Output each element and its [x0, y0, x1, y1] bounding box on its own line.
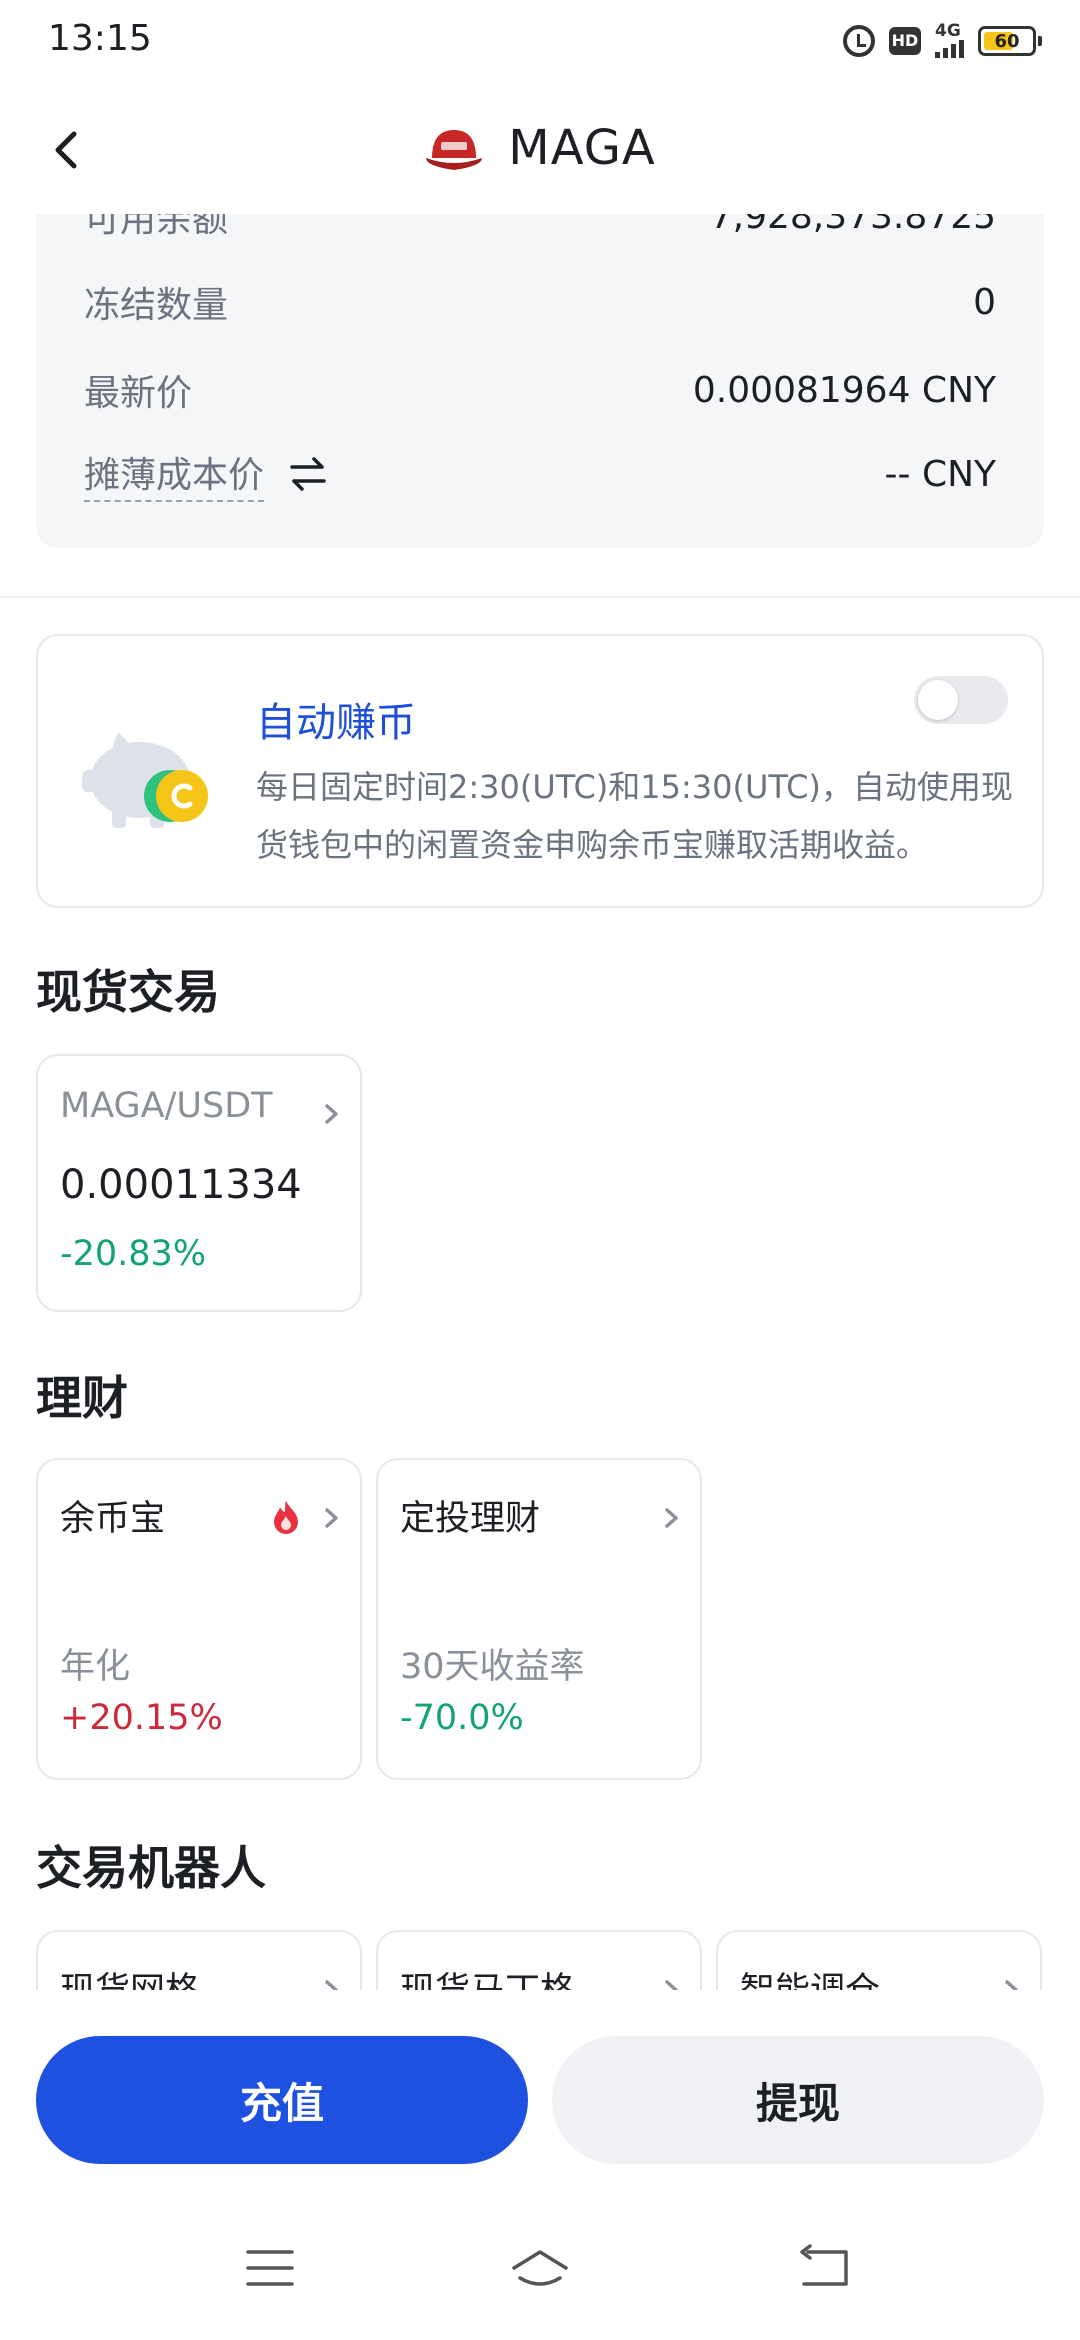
maga-hat-icon [426, 130, 483, 170]
info-value: 7,928,373.8725 [709, 214, 996, 237]
pair-change: -20.83% [60, 1234, 207, 1274]
bot-name: 现货马丁格 [400, 1962, 575, 1990]
bot-card[interactable]: 现货马丁格 [376, 1930, 702, 1990]
page-title: MAGA [508, 120, 656, 176]
asset-info-card: 可用余额 7,928,373.8725 冻结数量 0 最新价 0.0008196… [36, 214, 1044, 548]
swap-icon[interactable] [286, 452, 330, 496]
info-row-cost-price: 摊薄成本价 -- CNY [84, 444, 996, 504]
menu-nav-button[interactable] [240, 2238, 300, 2298]
bot-card[interactable]: 智能调仓 [716, 1930, 1042, 1990]
finance-name: 余币宝 [60, 1499, 166, 1539]
info-row-frozen: 冻结数量 0 [84, 272, 996, 332]
info-value: -- CNY [884, 453, 996, 495]
hd-icon: HD [889, 27, 921, 55]
system-nav-bar [0, 2230, 1080, 2320]
spot-section-title: 现货交易 [36, 965, 220, 1019]
battery-level: 60 [994, 30, 1020, 52]
finance-sub-label: 30天收益率 [400, 1647, 585, 1687]
info-row-available: 可用余额 7,928,373.8725 [84, 214, 996, 246]
info-row-latest-price: 最新价 0.00081964 CNY [84, 360, 996, 420]
hot-flame-icon [274, 1500, 298, 1534]
bot-card[interactable]: 现货网格 [36, 1930, 362, 1990]
piggy-bank-icon [82, 732, 208, 828]
bots-row: 现货网格 现货马丁格 智能调仓 [0, 1926, 1080, 1990]
deposit-button[interactable]: 充值 [36, 2036, 528, 2164]
section-divider [0, 596, 1080, 598]
finance-name: 定投理财 [400, 1499, 541, 1539]
finance-card-dca[interactable]: 定投理财 30天收益率 -70.0% [376, 1458, 702, 1780]
menu-icon [246, 2250, 294, 2286]
bot-name: 现货网格 [60, 1962, 200, 1990]
auto-earn-description: 每日固定时间2:30(UTC)和15:30(UTC)，自动使用现货钱包中的闲置资… [256, 768, 1013, 864]
info-label: 可用余额 [84, 214, 229, 240]
finance-rate: +20.15% [60, 1698, 223, 1738]
battery-icon: 60 [978, 26, 1042, 56]
pair-name: MAGA/USDT [60, 1086, 273, 1126]
alarm-icon [843, 25, 875, 57]
info-label: 冻结数量 [84, 285, 229, 326]
status-bar: 13:15 HD 4G 60 [0, 0, 1080, 80]
chevron-right-icon [325, 1980, 338, 1990]
chevron-right-icon [325, 1104, 338, 1124]
chevron-right-icon [665, 1980, 678, 1990]
chevron-right-icon [1005, 1980, 1018, 1990]
network-type: 4G [935, 21, 961, 41]
auto-earn-title: 自动赚币 [256, 700, 416, 746]
return-icon [800, 2244, 848, 2286]
spot-pair-card[interactable]: MAGA/USDT 0.00011334 -20.83% [36, 1054, 362, 1312]
finance-sub-label: 年化 [60, 1647, 131, 1687]
cost-price-label[interactable]: 摊薄成本价 [84, 446, 265, 502]
info-value: 0.00081964 CNY [692, 369, 996, 411]
finance-rate: -70.0% [400, 1698, 524, 1738]
auto-earn-toggle[interactable] [914, 676, 1008, 724]
home-icon [512, 2250, 568, 2286]
bot-name: 智能调仓 [740, 1962, 880, 1990]
finance-card-yubibao[interactable]: 余币宝 年化 +20.15% [36, 1458, 362, 1780]
signal-icon: 4G [935, 21, 964, 58]
finance-section-title: 理财 [36, 1371, 128, 1425]
bots-section-title: 交易机器人 [36, 1841, 266, 1895]
header: MAGA [0, 100, 1080, 200]
status-icons: HD 4G 60 [843, 21, 1042, 58]
back-nav-button[interactable] [794, 2238, 854, 2298]
toggle-knob [918, 680, 958, 720]
home-nav-button[interactable] [510, 2238, 570, 2298]
auto-earn-card: 自动赚币 每日固定时间2:30(UTC)和15:30(UTC)，自动使用现货钱包… [36, 634, 1044, 908]
chevron-right-icon [665, 1508, 678, 1528]
withdraw-button[interactable]: 提现 [552, 2036, 1044, 2164]
info-label: 最新价 [84, 373, 193, 414]
chevron-right-icon [325, 1508, 338, 1528]
info-value: 0 [973, 281, 996, 323]
pair-price: 0.00011334 [60, 1162, 302, 1208]
status-time: 13:15 [48, 18, 152, 59]
